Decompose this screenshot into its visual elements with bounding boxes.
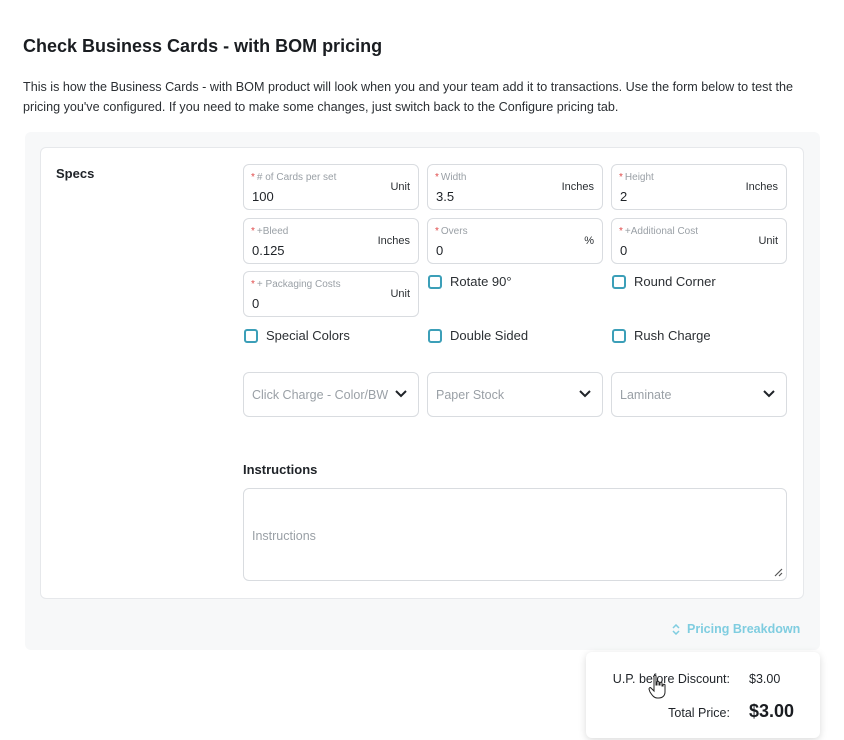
width-value: 3.5 [436, 189, 455, 204]
packaging-costs-field[interactable]: * + Packaging Costs 0 Unit [243, 271, 419, 317]
laminate-placeholder: Laminate [620, 388, 672, 402]
bleed-label: +Bleed [256, 226, 289, 237]
sort-arrows-icon [672, 623, 680, 635]
bleed-value: 0.125 [252, 243, 285, 258]
chevron-down-icon [579, 390, 591, 398]
required-marker: * [251, 226, 255, 237]
checkbox-box[interactable] [428, 274, 442, 289]
checkbox-box[interactable] [612, 274, 626, 289]
bleed-field[interactable]: * +Bleed 0.125 Inches [243, 218, 419, 264]
packaging-costs-label: + Packaging Costs [256, 279, 341, 290]
pricing-breakdown-label: Pricing Breakdown [687, 622, 801, 636]
cards-per-set-field[interactable]: * # of Cards per set 100 Unit [243, 164, 419, 210]
special-colors-checkbox[interactable]: Special Colors [244, 328, 350, 343]
required-marker: * [619, 226, 623, 237]
chevron-down-icon [395, 390, 407, 398]
height-label: Height [624, 172, 654, 183]
round-corner-checkbox[interactable]: Round Corner [612, 274, 716, 289]
width-field[interactable]: * Width 3.5 Inches [427, 164, 603, 210]
checkbox-box[interactable] [612, 328, 626, 343]
total-price-label: Total Price: [668, 706, 730, 720]
double-sided-label: Double Sided [450, 328, 529, 343]
cards-per-set-unit: Unit [390, 181, 410, 193]
checkbox-box[interactable] [428, 328, 442, 343]
total-price-value: $3.00 [749, 701, 795, 721]
up-before-discount-value: $3.00 [749, 672, 781, 686]
instructions-placeholder: Instructions [252, 529, 316, 543]
required-marker: * [251, 172, 255, 183]
additional-cost-field[interactable]: * +Additional Cost 0 Unit [611, 218, 787, 264]
required-marker: * [619, 172, 623, 183]
additional-cost-value: 0 [620, 243, 628, 258]
instructions-textarea[interactable]: Instructions [243, 488, 787, 581]
required-marker: * [435, 226, 439, 237]
required-marker: * [251, 279, 255, 290]
double-sided-checkbox[interactable]: Double Sided [428, 328, 528, 343]
page-title: Check Business Cards - with BOM pricing [23, 36, 383, 56]
rush-charge-checkbox[interactable]: Rush Charge [612, 328, 711, 343]
click-charge-select[interactable]: Click Charge - Color/BW [243, 372, 419, 417]
rotate-checkbox[interactable]: Rotate 90° [428, 274, 512, 289]
overs-value: 0 [436, 243, 444, 258]
width-label: Width [440, 172, 467, 183]
laminate-select[interactable]: Laminate [611, 372, 787, 417]
height-value: 2 [620, 189, 628, 204]
height-field[interactable]: * Height 2 Inches [611, 164, 787, 210]
round-corner-label: Round Corner [634, 274, 716, 289]
chevron-down-icon [763, 390, 775, 398]
page-description: This is how the Business Cards - with BO… [23, 80, 793, 114]
rotate-label: Rotate 90° [450, 274, 512, 289]
bleed-unit: Inches [377, 235, 410, 247]
overs-field[interactable]: * Overs 0 % [427, 218, 603, 264]
specs-label: Specs [56, 166, 95, 181]
resize-handle-icon[interactable] [773, 567, 783, 577]
overs-unit: % [584, 235, 594, 247]
hand-cursor-icon [648, 674, 666, 699]
paper-stock-select[interactable]: Paper Stock [427, 372, 603, 417]
price-summary: U.P. before Discount: $3.00 Total Price:… [586, 652, 820, 738]
instructions-label: Instructions [243, 462, 318, 477]
cards-per-set-value: 100 [252, 189, 274, 204]
additional-cost-label: +Additional Cost [624, 226, 699, 237]
special-colors-label: Special Colors [266, 328, 350, 343]
packaging-costs-value: 0 [252, 296, 260, 311]
required-marker: * [435, 172, 439, 183]
height-unit: Inches [745, 181, 778, 193]
additional-cost-unit: Unit [758, 235, 778, 247]
paper-stock-placeholder: Paper Stock [436, 388, 505, 402]
cards-per-set-label: # of Cards per set [256, 172, 337, 183]
click-charge-placeholder: Click Charge - Color/BW [252, 388, 389, 402]
rush-charge-label: Rush Charge [634, 328, 711, 343]
checkbox-box[interactable] [244, 328, 258, 343]
packaging-costs-unit: Unit [390, 288, 410, 300]
up-before-discount-label: U.P. before Discount: [612, 672, 730, 686]
overs-label: Overs [440, 226, 468, 237]
pricing-breakdown-link[interactable]: Pricing Breakdown [672, 622, 800, 636]
width-unit: Inches [561, 181, 594, 193]
